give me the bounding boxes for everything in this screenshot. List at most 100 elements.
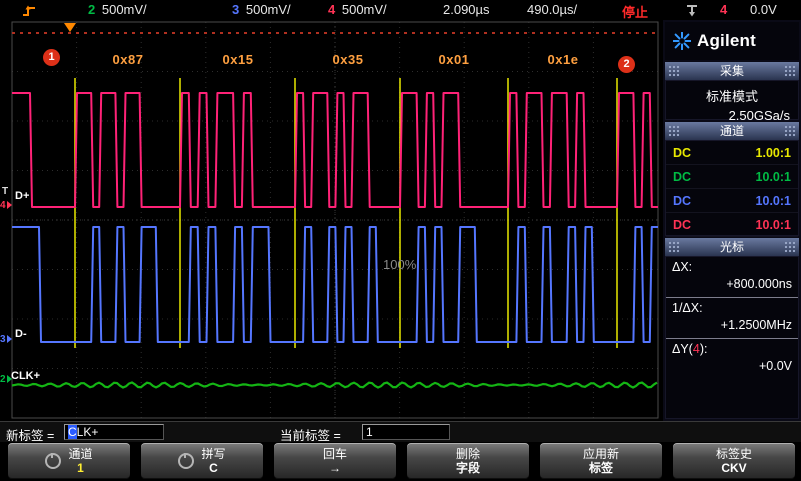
oscilloscope-screen: 2 500mV/ 3 500mV/ 4 500mV/ 2.090µs 490.0…	[0, 0, 801, 481]
trace-label-dminus: D-	[15, 328, 27, 340]
brand-logo: Agilent	[665, 22, 799, 60]
waveform-display: 0x87 0x15 0x35 0x01 0x1e 1 2 D+ D- CLK+ …	[0, 20, 663, 420]
channel-row-1: DC 1.00:1	[666, 141, 798, 165]
trace-label-dplus: D+	[15, 190, 29, 202]
delta-y-value: +0.0V	[672, 359, 792, 376]
channel-3-scale: 500mV/	[246, 2, 291, 17]
acquisition-title: 采集	[720, 64, 744, 78]
marker-arrow-icon	[7, 375, 12, 383]
grip-texture-icon	[668, 65, 680, 77]
trigger-level: 0.0V	[750, 2, 777, 17]
channel-4-ground-marker: 4	[0, 200, 12, 210]
enter-arrow-icon: →	[329, 461, 341, 475]
timebase-readout: 490.0µs/	[527, 2, 577, 17]
delta-y-suffix: ):	[700, 342, 708, 356]
softkey-delete-field[interactable]: 删除字段	[407, 443, 529, 479]
channels-info: DC 1.00:1 DC 10.0:1 DC 10.0:1 DC 10.0:1	[665, 140, 799, 236]
label-edit-bar: 新标签 = CLK+ 当前标签 = 1	[0, 421, 801, 442]
channel-2-scale: 500mV/	[102, 2, 147, 17]
channels-title: 通道	[720, 124, 744, 138]
softkey-value: 1	[77, 461, 84, 475]
cursors-header: 光标	[665, 238, 799, 256]
status-bar: 2 500mV/ 3 500mV/ 4 500mV/ 2.090µs 490.0…	[0, 0, 801, 20]
softkey-label: 删除	[456, 447, 480, 461]
cursor-marker-2[interactable]: 2	[618, 56, 635, 73]
delta-x-readout: ΔX: +800.000ns	[666, 257, 798, 298]
channel-2-number: 2	[88, 2, 95, 17]
edit-cursor-char: C	[68, 425, 77, 439]
current-label-field[interactable]: 1	[362, 424, 450, 440]
probe-ratio: 10.0:1	[756, 194, 791, 208]
channel-4-number: 4	[328, 2, 335, 17]
probe-ratio: 10.0:1	[756, 218, 791, 232]
softkey-label: 通道	[68, 447, 92, 461]
softkey-label-2: 字段	[456, 461, 480, 475]
coupling-label: DC	[673, 170, 691, 184]
bus-decode-byte-4: 0x01	[414, 52, 494, 67]
inverse-delta-x-value: +1.2500MHz	[672, 318, 792, 335]
channel-row-2: DC 10.0:1	[666, 165, 798, 189]
brand-name: Agilent	[697, 31, 756, 51]
acquisition-info: 标准模式 2.50GSa/s	[665, 80, 799, 120]
softkey-label: 回车	[323, 447, 347, 461]
channel-3-marker-number: 3	[0, 334, 6, 345]
grip-texture-icon	[784, 241, 796, 253]
overlay-percentage: 100%	[383, 257, 416, 272]
bus-decode-byte-5: 0x1e	[523, 52, 603, 67]
grip-texture-icon	[668, 241, 680, 253]
delta-y-channel: 4	[693, 342, 700, 356]
grip-texture-icon	[784, 65, 796, 77]
probe-ratio: 1.00:1	[756, 146, 791, 160]
grip-texture-icon	[784, 125, 796, 137]
softkey-label: 应用新	[583, 447, 619, 461]
coupling-label: DC	[673, 194, 691, 208]
softkey-channel[interactable]: 通道1	[8, 443, 130, 479]
channel-4-marker-number: 4	[0, 200, 6, 211]
waveform-plot	[0, 20, 663, 420]
softkey-label-history[interactable]: 标签史CKV	[673, 443, 795, 479]
run-state: 停止	[622, 2, 648, 21]
softkey-label: 标签史	[716, 447, 752, 461]
coupling-label: DC	[673, 146, 691, 160]
agilent-spark-icon	[673, 32, 691, 50]
bus-decode-byte-2: 0x15	[198, 52, 278, 67]
coupling-label: DC	[673, 218, 691, 232]
delay-readout: 2.090µs	[443, 2, 490, 17]
marker-arrow-icon	[7, 335, 12, 343]
softkey-spell[interactable]: 拼写C	[141, 443, 263, 479]
channel-row-3: DC 10.0:1	[666, 189, 798, 213]
channel-row-4: DC 10.0:1	[666, 213, 798, 237]
grip-texture-icon	[668, 125, 680, 137]
channel-2-marker-number: 2	[0, 374, 6, 385]
acquisition-mode: 标准模式	[666, 81, 798, 105]
marker-arrow-icon	[7, 201, 12, 209]
delta-y-label: ΔY(4):	[672, 342, 792, 359]
channel-4-scale: 500mV/	[342, 2, 387, 17]
cursors-title: 光标	[720, 240, 744, 254]
acquisition-header: 采集	[665, 62, 799, 80]
channel-2-readout: 2 500mV/	[88, 2, 147, 17]
channel-2-ground-marker: 2	[0, 374, 12, 384]
cursor-marker-1[interactable]: 1	[43, 49, 60, 66]
softkey-apply-new-label[interactable]: 应用新标签	[540, 443, 662, 479]
channel-3-readout: 3 500mV/	[232, 2, 291, 17]
cursors-info: ΔX: +800.000ns 1/ΔX: +1.2500MHz ΔY(4): +…	[665, 256, 799, 419]
softkey-label-2: 标签	[589, 461, 613, 475]
new-label-field[interactable]: CLK+	[64, 424, 164, 440]
delta-y-prefix: ΔY(	[672, 342, 693, 356]
inverse-delta-x-label: 1/ΔX:	[672, 301, 792, 318]
knob-icon	[45, 453, 61, 469]
delta-x-label: ΔX:	[672, 260, 792, 277]
new-label-rest: LK+	[77, 425, 99, 439]
knob-icon	[178, 453, 194, 469]
delta-x-value: +800.000ns	[672, 277, 792, 294]
softkey-value: CKV	[721, 461, 746, 475]
delta-y-readout: ΔY(4): +0.0V	[666, 339, 798, 379]
bus-decode-byte-3: 0x35	[308, 52, 388, 67]
channel-3-ground-marker: 3	[0, 334, 12, 344]
softkey-enter[interactable]: 回车→	[274, 443, 396, 479]
bus-decode-byte-1: 0x87	[88, 52, 168, 67]
trigger-source: 4	[720, 2, 727, 17]
sample-rate: 2.50GSa/s	[666, 105, 798, 123]
softkey-menu: 通道1 拼写C 回车→ 删除字段 应用新标签 标签史CKV	[0, 442, 801, 481]
